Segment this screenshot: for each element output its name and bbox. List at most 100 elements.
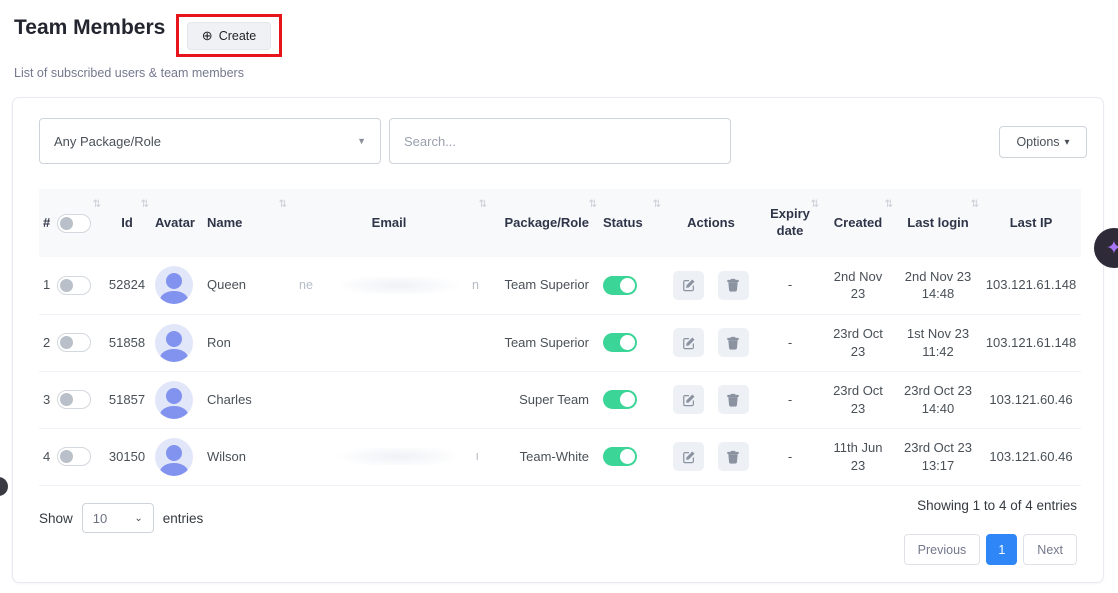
sort-icon: ⇅	[93, 198, 101, 211]
status-toggle[interactable]	[603, 390, 637, 409]
column-header-status[interactable]: Status ⇅	[599, 189, 663, 257]
package-role-selected-value: Any Package/Role	[54, 134, 161, 149]
plus-circle-icon: ⊕	[202, 29, 213, 42]
package-role-select[interactable]: Any Package/Role ▼	[39, 118, 381, 164]
column-header-actions: Actions	[663, 189, 759, 257]
trash-icon	[726, 393, 740, 407]
sort-icon: ⇅	[971, 198, 979, 211]
sort-icon: ⇅	[811, 198, 819, 211]
edit-button[interactable]	[673, 271, 704, 300]
sort-icon: ⇅	[589, 198, 597, 211]
column-header-name[interactable]: Name ⇅	[203, 189, 289, 257]
row-number-cell: 4	[39, 428, 103, 485]
status-cell	[599, 257, 663, 314]
sort-icon: ⇅	[479, 198, 487, 211]
member-email-redacted	[289, 371, 489, 428]
column-header-created[interactable]: Created ⇅	[821, 189, 895, 257]
sort-icon: ⇅	[141, 198, 149, 211]
entries-label: entries	[163, 511, 204, 526]
last-ip: 103.121.60.46	[981, 428, 1081, 485]
edit-button[interactable]	[673, 328, 704, 357]
entries-per-page-value: 10	[93, 511, 107, 526]
last-login: 23rd Oct 23 14:40	[895, 371, 981, 428]
row-select-toggle[interactable]	[57, 447, 91, 466]
email-fragment-right: n	[472, 277, 479, 294]
avatar	[155, 381, 193, 419]
left-edge-widget[interactable]	[0, 477, 8, 496]
delete-button[interactable]	[718, 328, 749, 357]
row-select-toggle[interactable]	[57, 276, 91, 295]
column-label-id: Id	[121, 215, 133, 230]
column-header-last-ip[interactable]: Last IP	[981, 189, 1081, 257]
member-package-role: Team-White	[489, 428, 599, 485]
edit-button[interactable]	[673, 385, 704, 414]
column-header-avatar: Avatar	[151, 189, 203, 257]
member-id: 52824	[103, 257, 151, 314]
search-input[interactable]	[389, 118, 731, 164]
row-number-cell: 2	[39, 314, 103, 371]
page-subtitle: List of subscribed users & team members	[14, 66, 244, 80]
page-title: Team Members	[14, 16, 165, 40]
member-email-redacted	[289, 314, 489, 371]
delete-button[interactable]	[718, 385, 749, 414]
column-header-email[interactable]: Email ⇅	[289, 189, 489, 257]
options-button[interactable]: Options ▾	[999, 126, 1087, 158]
column-header-expiry-date[interactable]: Expiry date ⇅	[759, 189, 821, 257]
pagination-next-button[interactable]: Next	[1023, 534, 1077, 565]
member-id: 30150	[103, 428, 151, 485]
column-header-num[interactable]: # ⇅	[39, 189, 103, 257]
pagination-page-1-button[interactable]: 1	[986, 534, 1017, 565]
edit-pencil-icon	[682, 278, 696, 292]
column-label-num: #	[43, 215, 50, 232]
row-select-toggle[interactable]	[57, 390, 91, 409]
table-row: 1 52824 Queen ne n Team Superior	[39, 257, 1081, 314]
last-login: 1st Nov 23 11:42	[895, 314, 981, 371]
column-label-status: Status	[603, 215, 643, 230]
status-toggle[interactable]	[603, 333, 637, 352]
edit-pencil-icon	[682, 336, 696, 350]
delete-button[interactable]	[718, 442, 749, 471]
actions-cell	[663, 257, 759, 314]
status-cell	[599, 371, 663, 428]
created-date: 11th Jun 23	[821, 428, 895, 485]
team-members-page: Team Members ⊕ Create List of subscribed…	[0, 0, 1118, 593]
column-label-last-login: Last login	[907, 215, 968, 230]
status-cell	[599, 428, 663, 485]
table-row: 2 51858 Ron Team Superior	[39, 314, 1081, 371]
show-label: Show	[39, 511, 73, 526]
table-body: 1 52824 Queen ne n Team Superior	[39, 257, 1081, 485]
row-select-toggle[interactable]	[57, 333, 91, 352]
column-header-last-login[interactable]: Last login ⇅	[895, 189, 981, 257]
pagination-previous-button[interactable]: Previous	[904, 534, 981, 565]
entries-per-page-select[interactable]: 10 ⌄	[82, 503, 154, 533]
delete-button[interactable]	[718, 271, 749, 300]
chevron-down-icon: ▾	[1065, 137, 1070, 148]
column-header-id[interactable]: Id ⇅	[103, 189, 151, 257]
column-label-email: Email	[372, 215, 407, 230]
create-button-highlight-box: ⊕ Create	[176, 14, 282, 57]
last-ip: 103.121.61.148	[981, 314, 1081, 371]
showing-entries-text: Showing 1 to 4 of 4 entries	[917, 498, 1077, 513]
status-cell	[599, 314, 663, 371]
avatar-cell	[151, 314, 203, 371]
member-package-role: Super Team	[489, 371, 599, 428]
edit-button[interactable]	[673, 442, 704, 471]
row-number-cell: 1	[39, 257, 103, 314]
member-name: Wilson	[203, 428, 289, 485]
column-label-avatar: Avatar	[155, 215, 195, 230]
row-number: 4	[43, 448, 50, 466]
created-date: 23rd Oct 23	[821, 371, 895, 428]
chevron-down-icon: ⌄	[134, 513, 142, 524]
column-header-package-role[interactable]: Package/Role ⇅	[489, 189, 599, 257]
expiry-date: -	[759, 314, 821, 371]
created-date: 23rd Oct 23	[821, 314, 895, 371]
create-button[interactable]: ⊕ Create	[187, 22, 271, 50]
status-toggle[interactable]	[603, 276, 637, 295]
trash-icon	[726, 450, 740, 464]
status-toggle[interactable]	[603, 447, 637, 466]
last-login: 2nd Nov 23 14:48	[895, 257, 981, 314]
row-number-cell: 3	[39, 371, 103, 428]
edit-pencil-icon	[682, 450, 696, 464]
member-id: 51858	[103, 314, 151, 371]
select-all-toggle[interactable]	[57, 214, 91, 233]
